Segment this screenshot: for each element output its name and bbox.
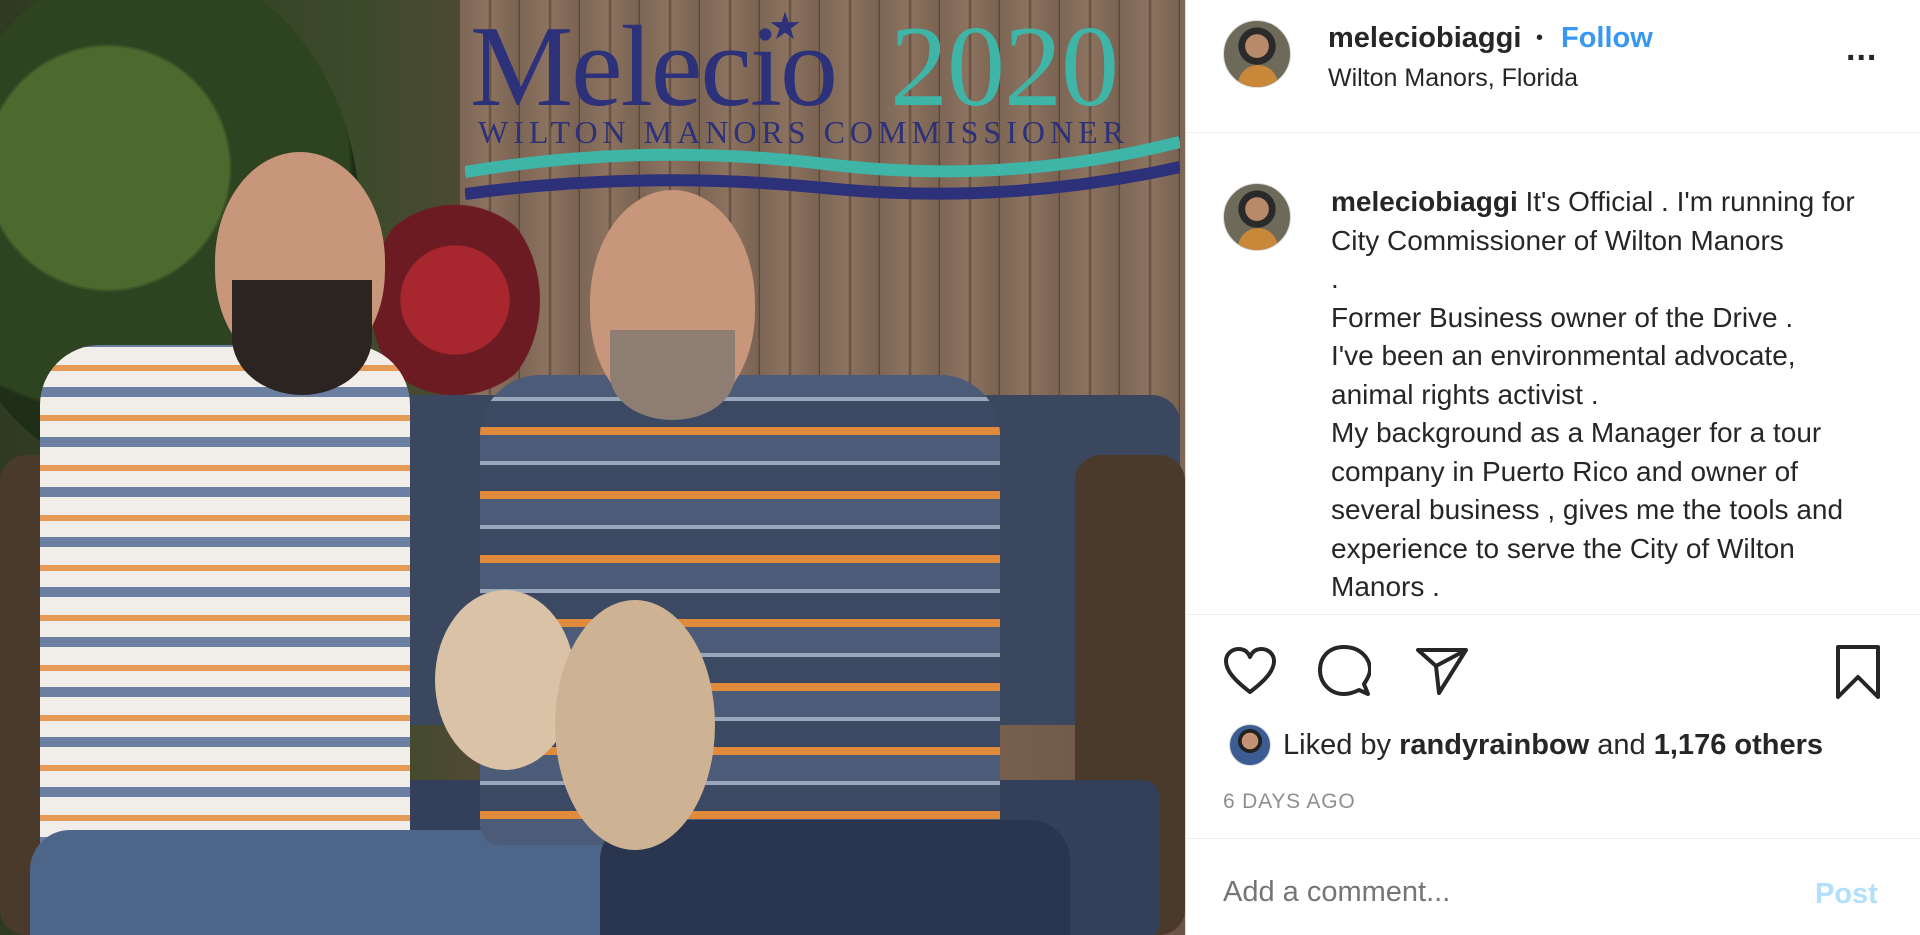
bookmark-icon[interactable]: [1835, 644, 1881, 700]
header-divider: [1186, 132, 1920, 133]
post-timestamp[interactable]: 6 DAYS AGO: [1223, 790, 1356, 814]
comment-divider: [1186, 838, 1920, 839]
left-person-shirt: [40, 345, 410, 865]
left-person-jeans: [30, 830, 650, 935]
author-avatar[interactable]: [1223, 20, 1291, 88]
caption-avatar[interactable]: [1223, 183, 1291, 251]
caption-line-5: animal rights activist .: [1331, 378, 1599, 410]
right-chihuahua: [555, 600, 715, 850]
post-photo[interactable]: Melecio ★ 2020 WILTON MANORS COMMISSIONE…: [0, 0, 1185, 935]
caption-line-3: Former Business owner of the Drive .: [1331, 301, 1794, 333]
caption-line-2: .: [1331, 263, 1339, 294]
caption-line-6: My background as a Manager for a tour co…: [1331, 417, 1844, 602]
heart-icon[interactable]: [1223, 646, 1277, 696]
likes-summary[interactable]: Liked by randyrainbow and 1,176 others: [1229, 722, 1823, 768]
caption-divider: [1186, 614, 1920, 615]
share-icon[interactable]: [1415, 646, 1469, 696]
post-comment-button[interactable]: Post: [1815, 878, 1878, 911]
post-caption: meleciobiaggi It's Official . I'm runnin…: [1331, 183, 1891, 607]
campaign-logo: Melecio ★ 2020 WILTON MANORS COMMISSIONE…: [465, 2, 1185, 202]
author-username[interactable]: meleciobiaggi: [1328, 22, 1521, 55]
comment-icon[interactable]: [1317, 644, 1371, 698]
likes-prefix: Liked by: [1283, 728, 1392, 761]
likes-conjunction: and: [1597, 728, 1646, 761]
post-side-panel: meleciobiaggi • Follow Wilton Manors, Fl…: [1185, 0, 1920, 935]
post-location[interactable]: Wilton Manors, Florida: [1328, 64, 1578, 93]
comment-input[interactable]: [1223, 876, 1783, 909]
caption-line-1: meleciobiaggi It's Official . I'm runnin…: [1331, 183, 1891, 260]
caption-line-4: I've been an environmental advocate,: [1331, 340, 1796, 371]
follow-button[interactable]: Follow: [1561, 22, 1653, 55]
right-person-beard: [610, 330, 735, 420]
liker-avatar[interactable]: [1229, 724, 1271, 766]
header-separator: •: [1536, 27, 1544, 49]
caption-username[interactable]: meleciobiaggi: [1331, 186, 1518, 217]
liker-username[interactable]: randyrainbow: [1399, 729, 1589, 762]
logo-wave: [465, 136, 1180, 200]
instagram-post: Melecio ★ 2020 WILTON MANORS COMMISSIONE…: [0, 0, 1920, 935]
left-person-beard: [232, 280, 372, 395]
likes-others-count[interactable]: 1,176 others: [1654, 729, 1823, 762]
left-chihuahua: [435, 590, 575, 770]
right-person-shirt: [480, 375, 1000, 845]
more-options-icon[interactable]: ...: [1846, 30, 1877, 69]
right-person-jeans: [600, 820, 1070, 935]
